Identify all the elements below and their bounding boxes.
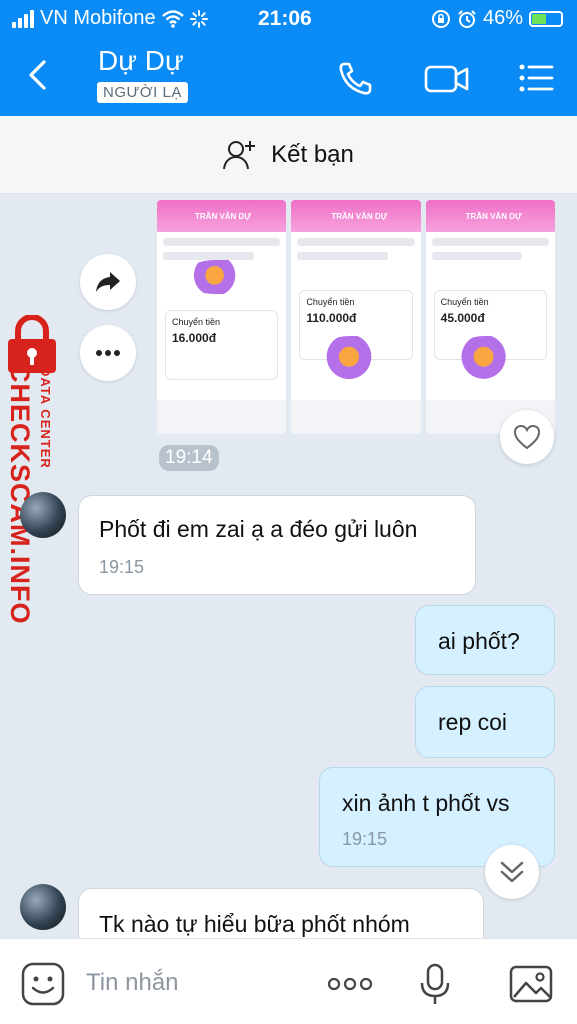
- share-icon: [96, 272, 120, 292]
- thumb-name: TRẦN VĂN DỰ: [331, 212, 388, 221]
- outgoing-message[interactable]: ai phốt?: [415, 605, 555, 675]
- message-text: Tk nào tự hiểu bữa phốt nhóm: [99, 911, 410, 937]
- thumb-name: TRẦN VĂN DỰ: [465, 212, 522, 221]
- wifi-icon: [161, 9, 184, 28]
- signal-icon: [12, 9, 34, 28]
- battery-icon: [529, 10, 563, 27]
- screenshot-thumbnail[interactable]: TRẦN VĂN DỰ Chuyển tiền 45.000đ: [425, 200, 555, 434]
- contact-avatar[interactable]: [20, 492, 66, 538]
- thumb-name: TRẦN VĂN DỰ: [195, 212, 251, 221]
- image-attachment[interactable]: TRẦN VĂN DỰ Chuyển tiền 16.000đ TRẦN VĂN…: [157, 200, 555, 434]
- double-chevron-down-icon: [500, 861, 524, 883]
- react-button[interactable]: [500, 410, 554, 464]
- contact-name[interactable]: Dự Dự: [98, 45, 184, 77]
- carrier-group: VN Mobifone: [12, 7, 208, 30]
- message-input[interactable]: Tin nhắn: [86, 969, 179, 997]
- thumb-amount: 110.000đ: [306, 311, 357, 325]
- stranger-tag: NGƯỜI LẠ: [97, 82, 188, 103]
- status-bar: VN Mobifone 21:06 46%: [0, 0, 577, 36]
- alarm-icon: [458, 9, 476, 28]
- message-text: Phốt đi em zai ạ a đéo gửi luôn: [99, 516, 418, 542]
- more-icon: [96, 350, 120, 356]
- message-text: xin ảnh t phốt vs: [342, 790, 510, 816]
- more-options-button[interactable]: [80, 325, 136, 381]
- add-friend-label: Kết bạn: [271, 140, 354, 168]
- thumb-amount: 16.000đ: [172, 331, 217, 345]
- share-button[interactable]: [80, 254, 136, 310]
- message-composer: Tin nhắn: [0, 938, 577, 1024]
- message-text: rep coi: [438, 709, 508, 735]
- chat-header: VN Mobifone 21:06 46% Dự Dự NGƯỜI LẠ: [0, 0, 577, 116]
- watermark-brand: CHECKSCAM.INFO: [5, 363, 35, 625]
- clock: 21:06: [258, 7, 312, 30]
- incoming-message[interactable]: Phốt đi em zai ạ a đéo gửi luôn 19:15: [78, 495, 476, 595]
- video-call-icon[interactable]: [424, 58, 470, 98]
- screenshot-thumbnail[interactable]: TRẦN VĂN DỰ Chuyển tiền 110.000đ: [291, 200, 421, 434]
- image-time: 19:14: [159, 445, 219, 471]
- carrier-name: VN Mobifone: [40, 7, 156, 29]
- scroll-to-bottom-button[interactable]: [485, 845, 539, 899]
- status-right: 46%: [431, 7, 563, 30]
- image-picker-icon[interactable]: [508, 961, 554, 1007]
- message-text: ai phốt?: [438, 628, 520, 654]
- sticker-icon[interactable]: [20, 961, 66, 1007]
- checkscam-watermark: CHECKSCAM.INFO DATA CENTER: [2, 315, 60, 625]
- loading-icon: [189, 9, 208, 28]
- thumb-title: Chuyển tiền: [306, 297, 355, 307]
- heart-icon: [513, 424, 541, 450]
- outgoing-message[interactable]: rep coi: [415, 686, 555, 758]
- rotation-lock-icon: [431, 9, 450, 28]
- message-time: 19:15: [99, 557, 145, 577]
- contact-avatar[interactable]: [20, 884, 66, 930]
- voice-call-icon[interactable]: [336, 58, 376, 98]
- microphone-icon[interactable]: [412, 961, 458, 1007]
- screenshot-thumbnail[interactable]: TRẦN VĂN DỰ Chuyển tiền 16.000đ: [157, 200, 287, 434]
- more-actions-icon[interactable]: [326, 961, 374, 1007]
- add-friend-icon: [223, 140, 256, 169]
- thumb-title: Chuyển tiền: [172, 317, 221, 327]
- watermark-subtitle: DATA CENTER: [38, 367, 53, 469]
- thumb-amount: 45.000đ: [440, 311, 485, 325]
- menu-icon[interactable]: [516, 58, 556, 98]
- battery-percent: 46%: [482, 7, 523, 29]
- back-icon[interactable]: [22, 58, 56, 92]
- add-friend-button[interactable]: Kết bạn: [0, 116, 577, 194]
- thumb-title: Chuyển tiền: [440, 297, 489, 307]
